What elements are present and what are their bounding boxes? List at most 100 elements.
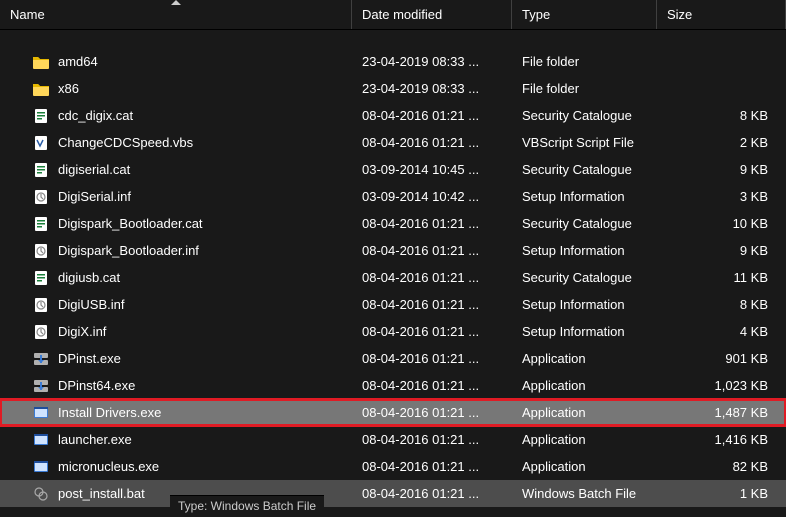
file-name: digiusb.cat	[58, 270, 120, 285]
file-size: 4 KB	[657, 324, 786, 339]
file-name-cell: x86	[10, 80, 352, 98]
file-row[interactable]: digiserial.cat 03-09-2014 10:45 ...Securi…	[0, 156, 786, 183]
file-type: Security Catalogue	[512, 162, 657, 177]
file-row[interactable]: DPinst.exe 08-04-2016 01:21 ...Applicatio…	[0, 345, 786, 372]
file-type: Security Catalogue	[512, 108, 657, 123]
file-size: 2 KB	[657, 135, 786, 150]
file-name-cell: Install Drivers.exe	[10, 404, 352, 422]
file-row[interactable]: DigiUSB.inf08-04-2016 01:21 ...Setup Inf…	[0, 291, 786, 318]
file-date: 08-04-2016 01:21 ...	[352, 378, 512, 393]
file-date: 08-04-2016 01:21 ...	[352, 270, 512, 285]
file-row[interactable]: launcher.exe08-04-2016 01:21 ...Applicat…	[0, 426, 786, 453]
file-date: 08-04-2016 01:21 ...	[352, 108, 512, 123]
file-date: 08-04-2016 01:21 ...	[352, 351, 512, 366]
column-header-label: Name	[10, 7, 45, 22]
file-name-cell: DPinst.exe	[10, 350, 352, 368]
file-row[interactable]: Digispark_Bootloader.inf08-04-2016 01:21…	[0, 237, 786, 264]
file-name: Digispark_Bootloader.inf	[58, 243, 199, 258]
file-name-cell: Digispark_Bootloader.cat	[10, 215, 352, 233]
file-list: amd64 23-04-2019 08:33 ...File folder x86 2…	[0, 30, 786, 507]
file-row[interactable]: ChangeCDCSpeed.vbs08-04-2016 01:21 ...VB…	[0, 129, 786, 156]
vbs-icon	[32, 134, 50, 152]
file-name-cell: DigiX.inf	[10, 323, 352, 341]
file-name-cell: digiusb.cat	[10, 269, 352, 287]
file-name: x86	[58, 81, 79, 96]
file-type: Setup Information	[512, 189, 657, 204]
file-type: Security Catalogue	[512, 216, 657, 231]
column-header-size[interactable]: Size	[657, 0, 786, 29]
file-row[interactable]: DigiX.inf08-04-2016 01:21 ...Setup Infor…	[0, 318, 786, 345]
file-type: File folder	[512, 54, 657, 69]
file-size: 1,487 KB	[657, 405, 786, 420]
file-date: 23-04-2019 08:33 ...	[352, 54, 512, 69]
file-row[interactable]: cdc_digix.cat08-04-2016 01:21 ...Securit…	[0, 102, 786, 129]
file-row[interactable]: Digispark_Bootloader.cat08-04-2016 01:21…	[0, 210, 786, 237]
file-size: 8 KB	[657, 297, 786, 312]
file-row[interactable]: DigiSerial.inf 03-09-2014 10:42 ...Setup …	[0, 183, 786, 210]
column-header-label: Type	[522, 7, 550, 22]
file-size: 1,416 KB	[657, 432, 786, 447]
file-name-cell: DigiSerial.inf	[10, 188, 352, 206]
file-name-cell: ChangeCDCSpeed.vbs	[10, 134, 352, 152]
inf-icon	[32, 296, 50, 314]
file-name: post_install.bat	[58, 486, 145, 501]
file-type: VBScript Script File	[512, 135, 657, 150]
file-name-cell: digiserial.cat	[10, 161, 352, 179]
file-size: 901 KB	[657, 351, 786, 366]
file-name: micronucleus.exe	[58, 459, 159, 474]
file-row[interactable]: digiusb.cat08-04-2016 01:21 ...Security …	[0, 264, 786, 291]
file-date: 03-09-2014 10:45 ...	[352, 162, 512, 177]
exe-icon	[32, 431, 50, 449]
file-type: Application	[512, 351, 657, 366]
file-name: launcher.exe	[58, 432, 132, 447]
file-date: 08-04-2016 01:21 ...	[352, 324, 512, 339]
folder-icon	[32, 80, 50, 98]
file-size: 8 KB	[657, 108, 786, 123]
file-row[interactable]: Install Drivers.exe08-04-2016 01:21 ...A…	[0, 399, 786, 426]
file-type: Application	[512, 378, 657, 393]
file-row[interactable]: post_install.bat08-04-2016 01:21 ...Wind…	[0, 480, 786, 507]
file-row[interactable]: micronucleus.exe 08-04-2016 01:21 ...Appl…	[0, 453, 786, 480]
exe-icon	[32, 404, 50, 422]
file-row[interactable]: x8623-04-2019 08:33 ...File folder	[0, 75, 786, 102]
file-type: Application	[512, 459, 657, 474]
file-size: 3 KB	[657, 189, 786, 204]
exe-installer-icon	[32, 350, 50, 368]
file-type: Setup Information	[512, 243, 657, 258]
file-date: 03-09-2014 10:42 ...	[352, 189, 512, 204]
file-date: 08-04-2016 01:21 ...	[352, 459, 512, 474]
file-name-cell: amd64	[10, 53, 352, 71]
file-row[interactable]: DPinst64.exe 08-04-2016 01:21 ...Applicat…	[0, 372, 786, 399]
file-size: 82 KB	[657, 459, 786, 474]
inf-icon	[32, 242, 50, 260]
file-size: 10 KB	[657, 216, 786, 231]
column-header-label: Date modified	[362, 7, 442, 22]
file-name: ChangeCDCSpeed.vbs	[58, 135, 193, 150]
cat-icon	[32, 161, 50, 179]
file-date: 08-04-2016 01:21 ...	[352, 405, 512, 420]
tooltip-text: Type: Windows Batch File	[178, 499, 316, 513]
file-name-cell: DPinst64.exe	[10, 377, 352, 395]
file-size: 1 KB	[657, 486, 786, 501]
file-name: DigiX.inf	[58, 324, 106, 339]
exe-icon	[32, 458, 50, 476]
file-name: DigiSerial.inf	[58, 189, 131, 204]
file-name: DPinst.exe	[58, 351, 121, 366]
exe-installer-icon	[32, 377, 50, 395]
cat-icon	[32, 107, 50, 125]
file-date: 23-04-2019 08:33 ...	[352, 81, 512, 96]
file-name: Install Drivers.exe	[58, 405, 161, 420]
column-header-type[interactable]: Type	[512, 0, 657, 29]
file-name-cell: DigiUSB.inf	[10, 296, 352, 314]
inf-icon	[32, 188, 50, 206]
column-header-date[interactable]: Date modified	[352, 0, 512, 29]
file-date: 08-04-2016 01:21 ...	[352, 486, 512, 501]
column-header-name[interactable]: Name	[0, 0, 352, 29]
file-name: DPinst64.exe	[58, 378, 135, 393]
cat-icon	[32, 269, 50, 287]
file-name: digiserial.cat	[58, 162, 130, 177]
inf-icon	[32, 323, 50, 341]
file-date: 08-04-2016 01:21 ...	[352, 432, 512, 447]
file-name: amd64	[58, 54, 98, 69]
file-row[interactable]: amd64 23-04-2019 08:33 ...File folder	[0, 48, 786, 75]
